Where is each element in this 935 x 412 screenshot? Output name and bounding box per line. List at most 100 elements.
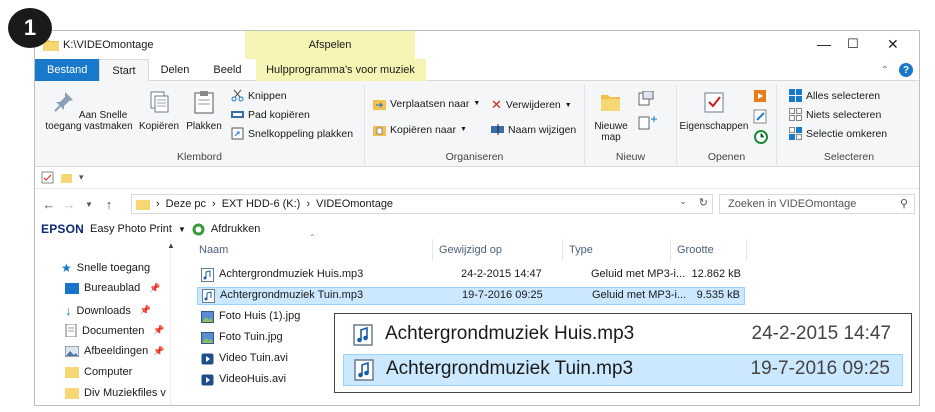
chevron-up-icon[interactable]: ⌃ bbox=[881, 65, 889, 76]
refresh-icon[interactable]: ↻ bbox=[699, 196, 708, 209]
file-row[interactable]: Achtergrondmuziek Huis.mp3 24-2-2015 14:… bbox=[197, 266, 745, 284]
pin-icon[interactable]: 📌 bbox=[140, 305, 151, 316]
clipboard-group: Aan Snelle toegang vastmaken Kopiëren Pl… bbox=[35, 85, 365, 165]
open-media-icon[interactable] bbox=[753, 89, 773, 105]
ribbon-tabs: Bestand Start Delen Beeld Hulpprogramma'… bbox=[35, 59, 919, 81]
tab-music-tools[interactable]: Hulpprogramma's voor muziek bbox=[255, 59, 426, 81]
pin-icon[interactable]: 📌 bbox=[153, 346, 164, 357]
select-none-button[interactable]: Niets selecteren bbox=[789, 108, 881, 121]
breadcrumb-folder[interactable]: VIDEOmontage bbox=[316, 198, 393, 210]
zoom-row: Achtergrondmuziek Huis.mp3 24-2-2015 14:… bbox=[343, 319, 903, 351]
pin-icon[interactable]: 📌 bbox=[149, 283, 160, 294]
history-icon[interactable] bbox=[753, 129, 773, 145]
quick-access-toolbar: ▾ bbox=[35, 167, 919, 189]
copy-icon bbox=[150, 91, 169, 113]
new-folder-icon bbox=[601, 95, 620, 111]
nav-documents[interactable]: Documenten 📌 bbox=[65, 324, 165, 337]
up-arrow-icon[interactable]: ↑ bbox=[99, 197, 119, 212]
clipboard-group-label: Klembord bbox=[177, 151, 222, 163]
folder-icon bbox=[136, 200, 150, 210]
nav-pictures[interactable]: Afbeeldingen 📌 bbox=[65, 345, 164, 357]
select-all-button[interactable]: Alles selecteren bbox=[789, 89, 880, 102]
context-tool-label: Afspelen bbox=[245, 31, 415, 59]
help-icon[interactable]: ? bbox=[899, 63, 913, 77]
forward-arrow-icon[interactable]: → bbox=[59, 197, 79, 212]
open-group-label: Openen bbox=[707, 151, 746, 163]
copy-to-button[interactable]: Kopiëren naar ▼ bbox=[373, 123, 467, 136]
address-dropdown-icon[interactable]: ⌄ bbox=[679, 196, 687, 209]
image-file-icon bbox=[201, 332, 214, 344]
recent-dropdown-icon[interactable]: ▼ bbox=[79, 200, 99, 209]
scissors-icon bbox=[231, 89, 244, 102]
search-icon[interactable]: ⚲ bbox=[900, 195, 908, 213]
qat-dropdown-icon[interactable]: ▾ bbox=[79, 172, 84, 183]
nav-downloads[interactable]: ↓ Downloads 📌 bbox=[65, 303, 151, 318]
file-type: Geluid met MP3-i... bbox=[591, 268, 686, 280]
file-name: Achtergrondmuziek Tuin.mp3 bbox=[220, 289, 364, 301]
download-arrow-icon: ↓ bbox=[65, 303, 72, 318]
delete-button[interactable]: ✕ Verwijderen ▼ bbox=[491, 97, 572, 113]
new-group-label: Nieuw bbox=[615, 151, 646, 163]
breadcrumb-this-pc[interactable]: Deze pc bbox=[166, 198, 206, 210]
new-item-icon[interactable] bbox=[637, 91, 659, 107]
paste-shortcut-button[interactable]: Snelkoppeling plakken bbox=[231, 127, 353, 140]
new-folder-small-icon[interactable] bbox=[60, 171, 73, 184]
copy-path-button[interactable]: Pad kopiëren bbox=[231, 108, 310, 121]
column-size[interactable]: Grootte bbox=[671, 239, 747, 261]
tab-file[interactable]: Bestand bbox=[35, 59, 100, 81]
tab-start[interactable]: Start bbox=[99, 59, 149, 81]
file-row-selected[interactable]: Achtergrondmuziek Tuin.mp3 19-7-2016 09:… bbox=[197, 287, 745, 305]
rename-button[interactable]: Naam wijzigen bbox=[491, 123, 576, 136]
nav-computer[interactable]: Computer bbox=[65, 366, 132, 378]
pin-icon[interactable]: 📌 bbox=[153, 325, 164, 336]
close-button[interactable]: ✕ bbox=[887, 36, 899, 53]
address-row: ← → ▼ ↑ › Deze pc › EXT HDD-6 (K:) › VID… bbox=[35, 191, 919, 217]
properties-button[interactable]: Eigenschappen bbox=[679, 89, 749, 132]
breadcrumb-drive[interactable]: EXT HDD-6 (K:) bbox=[222, 198, 301, 210]
column-modified[interactable]: Gewijzigd op bbox=[433, 239, 563, 261]
cut-button[interactable]: Knippen bbox=[231, 89, 287, 102]
breadcrumb-separator: › bbox=[212, 198, 216, 210]
search-placeholder: Zoeken in VIDEOmontage bbox=[728, 198, 857, 210]
minimize-button[interactable]: — bbox=[817, 36, 831, 52]
pin-quick-access-button[interactable]: Aan Snelle toegang vastmaken bbox=[39, 89, 139, 132]
print-button[interactable]: Afdrukken bbox=[211, 223, 261, 235]
organize-group-label: Organiseren bbox=[445, 151, 504, 163]
invert-selection-button[interactable]: Selectie omkeren bbox=[789, 127, 887, 140]
new-folder-button[interactable]: Nieuwe map bbox=[589, 89, 633, 143]
properties-icon bbox=[704, 92, 724, 113]
move-to-button[interactable]: Verplaatsen naar ▼ bbox=[373, 97, 480, 110]
tab-view[interactable]: Beeld bbox=[201, 59, 253, 81]
scroll-up-icon[interactable]: ▲ bbox=[167, 241, 175, 250]
epson-toolbar: EPSON Easy Photo Print ▼ Afdrukken bbox=[35, 219, 919, 239]
copy-button[interactable]: Kopiëren bbox=[137, 89, 181, 132]
edit-icon[interactable] bbox=[753, 109, 773, 125]
back-arrow-icon[interactable]: ← bbox=[39, 197, 59, 212]
pin-icon bbox=[53, 92, 73, 112]
properties-small-icon[interactable] bbox=[41, 171, 54, 184]
nav-desktop[interactable]: Bureaublad 📌 bbox=[65, 282, 161, 294]
easy-access-icon[interactable] bbox=[637, 115, 659, 131]
maximize-button[interactable]: ☐ bbox=[847, 36, 859, 52]
file-name: Foto Tuin.jpg bbox=[219, 331, 283, 343]
tab-share[interactable]: Delen bbox=[149, 59, 202, 81]
epson-logo: EPSON bbox=[41, 222, 85, 236]
epson-dropdown-icon[interactable]: ▼ bbox=[178, 225, 186, 234]
audio-file-icon bbox=[201, 268, 214, 282]
audio-file-icon bbox=[353, 324, 373, 346]
column-type[interactable]: Type bbox=[563, 239, 671, 261]
address-bar[interactable]: › Deze pc › EXT HDD-6 (K:) › VIDEOmontag… bbox=[131, 194, 713, 214]
column-name[interactable]: Naam bbox=[175, 239, 433, 261]
select-all-icon bbox=[789, 89, 802, 102]
search-box[interactable]: Zoeken in VIDEOmontage ⚲ bbox=[719, 194, 915, 214]
paste-button[interactable]: Plakken bbox=[183, 89, 225, 132]
nav-music-files[interactable]: Div Muziekfiles v bbox=[65, 387, 166, 399]
ribbon-controls: ⌃ ? bbox=[881, 63, 913, 77]
easy-photo-print-button[interactable]: Easy Photo Print bbox=[90, 223, 172, 235]
title-bar: K:\VIDEOmontage Afspelen — ☐ ✕ bbox=[35, 31, 919, 59]
file-name: Achtergrondmuziek Huis.mp3 bbox=[219, 268, 364, 280]
print-icon[interactable] bbox=[192, 223, 205, 236]
zoom-row-selected: Achtergrondmuziek Tuin.mp3 19-7-2016 09:… bbox=[343, 354, 903, 386]
pictures-icon bbox=[65, 345, 79, 357]
nav-quick-access[interactable]: ★ Snelle toegang bbox=[61, 261, 150, 275]
